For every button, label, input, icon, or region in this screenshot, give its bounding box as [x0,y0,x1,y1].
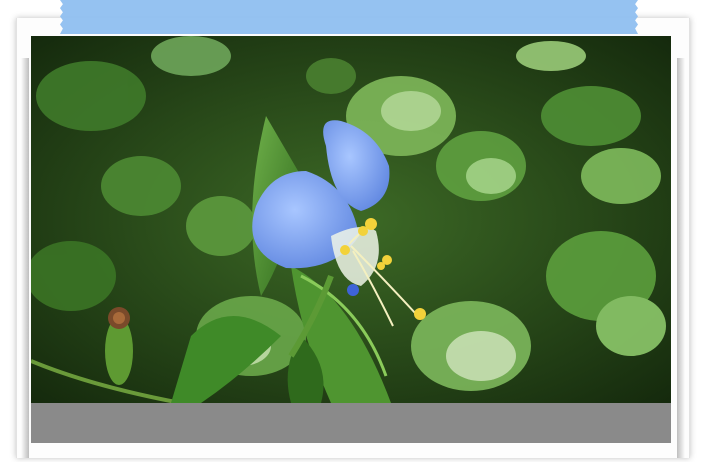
flower-photo-drawing [31,36,671,403]
tape-strip [60,0,638,34]
flower-photo [31,36,671,403]
frame-shadow-right [677,58,685,458]
frame-shadow-left [21,58,29,458]
caption-bar [31,403,671,443]
